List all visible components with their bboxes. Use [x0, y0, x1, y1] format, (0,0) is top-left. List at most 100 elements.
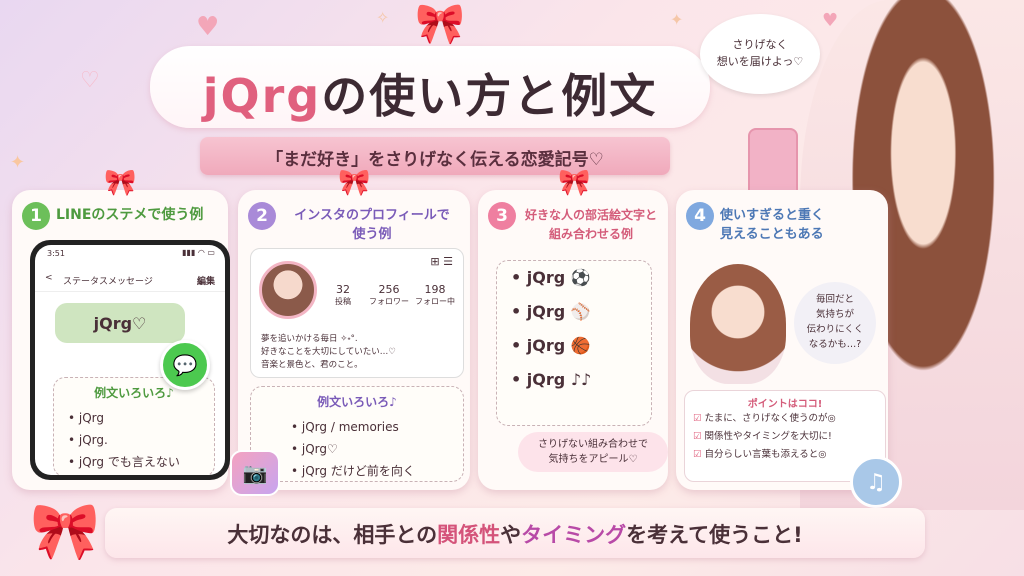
sparkle-icon: ✧ [376, 8, 390, 27]
combo-item: • jQrg ♪♪ [511, 370, 592, 389]
card-instagram-profile: 🎀 2 インスタのプロフィールで 使う例 ⊞ ☰ 32 投稿 256 フォロワー 1… [238, 168, 470, 490]
bottom-highlight: 関係性 [437, 523, 501, 547]
cta-line: さりげない組み合わせで [538, 439, 648, 450]
status-icons: ▮▮▮ ◠ ▭ [182, 248, 215, 257]
speech-line-1: さりげなく [732, 38, 788, 51]
profile-mockup: ⊞ ☰ 32 投稿 256 フォロワー 198 フォロー中 夢を追いかける毎日 ✧˖°… [250, 248, 464, 378]
speech-line-2: 想いを届けよっ♡ [716, 55, 804, 68]
bio-line: 音楽と景色と、君のこと。 [261, 360, 363, 370]
combo-item: • jQrg 🏀 [511, 336, 591, 355]
examples-box: • jQrg ⚽ • jQrg ⚾ • jQrg 🏀 • jQrg ♪♪ [496, 260, 652, 426]
list-item: jQrg [68, 407, 214, 429]
ribbon-bow-icon: 🎀 [30, 499, 100, 564]
camera-icon: 📷 [230, 450, 280, 496]
worry-bubble: 毎回だと 気持ちが 伝わりにくく なるかも…? [794, 282, 876, 364]
bottom-text-part: を考えて使うこと! [626, 523, 803, 547]
cta-bubble: さりげない組み合わせで 気持ちをアピール♡ [518, 432, 668, 472]
status-time: 3:51 [47, 249, 65, 258]
card-number-badge: 1 [22, 202, 50, 230]
worry-line: 気持ちが [815, 309, 854, 320]
bio-line: 好きなことを大切にしていたい…♡ [261, 347, 396, 357]
card-line-status: 🎀 1 LINEのステメで使う例 3:51 ▮▮▮ ◠ ▭ < ステータスメッセ… [12, 168, 230, 490]
combo-text: jQrg [526, 302, 566, 321]
music-notes-icon: ♪♪ [570, 370, 592, 389]
avatar [259, 261, 317, 319]
points-heading: ポイントはココ! [747, 399, 823, 410]
examples-box: 例文いろいろ♪ jQrg jQrg. jQrg でも言えない [53, 377, 215, 475]
heart-decoration-icon: ♥ [822, 10, 839, 31]
ribbon-bow-icon: 🎀 [338, 168, 371, 198]
bottom-message: 大切なのは、相手との関係性やタイミングを考えて使うこと! [105, 519, 925, 549]
card-header: 4 使いすぎると重く 見えることもある [686, 202, 880, 244]
worry-line: なるかも…? [808, 339, 862, 350]
edit-button[interactable]: 編集 [197, 274, 215, 287]
music-note-icon: ♫ [850, 456, 902, 508]
list-item: jQrg. [68, 429, 214, 451]
baseball-icon: ⚾ [570, 302, 591, 321]
card-number-badge: 3 [488, 202, 516, 230]
combo-text: jQrg [526, 336, 566, 355]
bio-line: 夢を追いかける毎日 ✧˖°. [261, 334, 358, 344]
list-item: jQrg♡ [291, 438, 463, 460]
point-text: 関係性やタイミングを大切に! [704, 431, 832, 442]
bottom-text-part: 大切なのは、相手との [227, 523, 438, 547]
point-item: ☑ たまに、さりげなく使うのが◎ [693, 410, 885, 428]
list-item: jQrg / memories [291, 416, 463, 438]
point-item: ☑ 自分らしい言葉も添えると◎ [693, 446, 885, 464]
stat-label: フォロワー [369, 297, 409, 306]
combo-text: jQrg [526, 370, 566, 389]
checkbox-icon: ☑ [693, 431, 702, 442]
stat-value: 198 [424, 283, 446, 296]
examples-list: jQrg / memories jQrg♡ jQrg だけど前を向く [291, 416, 463, 482]
stat-label: フォロー中 [415, 297, 455, 306]
heart-decoration-icon: ♥ [196, 12, 220, 42]
examples-heading: 例文いろいろ♪ [317, 395, 397, 409]
profile-menu-icons[interactable]: ⊞ ☰ [430, 255, 453, 268]
soccer-ball-icon: ⚽ [570, 268, 591, 287]
list-item: jQrg でも言えない [68, 451, 214, 473]
checkbox-icon: ☑ [693, 449, 702, 460]
basketball-icon: 🏀 [570, 336, 591, 355]
title-brand: jQrg [202, 69, 322, 123]
status-message-bubble: jQrg♡ [55, 303, 185, 343]
title-rest: の使い方と例文 [321, 69, 658, 123]
stat-posts: 32 投稿 [321, 283, 365, 307]
card-header: 2 インスタのプロフィールで 使う例 [248, 202, 462, 244]
line-app-icon: 💬 [160, 340, 210, 390]
card-header: 3 好きな人の部活絵文字と 組み合わせる例 [488, 202, 660, 244]
card-title: LINEのステメで使う例 [56, 207, 204, 223]
profile-bio: 夢を追いかける毎日 ✧˖°. 好きなことを大切にしていたい…♡ 音楽と景色と、君… [261, 333, 396, 372]
card-title: インスタのプロフィールで 使う例 [294, 208, 450, 242]
subtitle-ribbon: 「まだ好き」をさりげなく伝える恋愛記号♡ [200, 137, 670, 175]
heart-outline-icon: ♡ [80, 68, 100, 93]
bottom-text-part: や [500, 523, 522, 547]
card-title: 好きな人の部活絵文字と 組み合わせる例 [524, 208, 657, 241]
examples-list: jQrg jQrg. jQrg でも言えない [68, 407, 214, 473]
stat-value: 256 [378, 283, 400, 296]
card-emoji-combo: 🎀 3 好きな人の部活絵文字と 組み合わせる例 • jQrg ⚽ • jQrg … [478, 168, 668, 490]
title-banner: jQrgの使い方と例文 [150, 46, 710, 128]
ribbon-bow-icon: 🎀 [415, 1, 465, 47]
point-text: 自分らしい言葉も添えると◎ [704, 449, 827, 460]
card-number-badge: 4 [686, 202, 714, 230]
sparkle-icon: ✦ [670, 10, 684, 29]
stat-label: 投稿 [335, 297, 351, 306]
point-item: ☑ 関係性やタイミングを大切に! [693, 428, 885, 446]
subtitle: 「まだ好き」をさりげなく伝える恋愛記号♡ [266, 150, 604, 170]
ribbon-bow-icon: 🎀 [104, 168, 137, 198]
page-title: jQrgの使い方と例文 [150, 60, 710, 126]
card-caution: 4 使いすぎると重く 見えることもある 毎回だと 気持ちが 伝わりにくく なるか… [676, 190, 888, 490]
card-title: 使いすぎると重く 見えることもある [720, 208, 825, 242]
combo-item: • jQrg ⚽ [511, 268, 591, 287]
bottom-banner: 大切なのは、相手との関係性やタイミングを考えて使うこと! [105, 508, 925, 558]
combo-text: jQrg [526, 268, 566, 287]
checkbox-icon: ☑ [693, 413, 702, 424]
nav-bar: < ステータスメッセージ 編集 [35, 269, 225, 292]
card-header: 1 LINEのステメで使う例 [22, 202, 220, 230]
card-number-badge: 2 [248, 202, 276, 230]
cta-line: 気持ちをアピール♡ [548, 454, 638, 465]
back-icon[interactable]: < [45, 273, 53, 283]
stat-followers: 256 フォロワー [367, 283, 411, 307]
worry-line: 毎回だと [815, 294, 854, 305]
stat-value: 32 [336, 283, 350, 296]
